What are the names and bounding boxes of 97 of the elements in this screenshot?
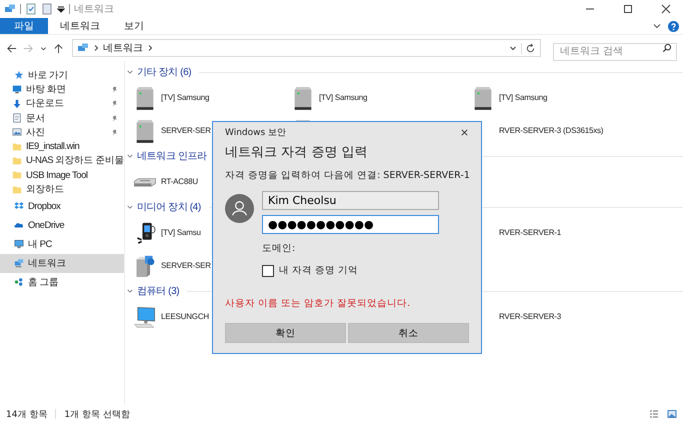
network-icon	[14, 258, 24, 268]
dialog-button[interactable]: 취소	[348, 323, 469, 343]
server-icon	[292, 84, 314, 110]
device-name[interactable]: SERVER-SER	[161, 126, 211, 135]
sidebar-item[interactable]: 외장하드	[0, 182, 124, 197]
address-bar[interactable]: 네트워크	[72, 39, 541, 57]
chevron-right-icon[interactable]	[93, 44, 99, 52]
folder-icon	[12, 170, 22, 180]
document-icon	[12, 113, 22, 124]
sidebar-item[interactable]: 사진	[0, 125, 124, 140]
dropbox-icon	[14, 201, 24, 212]
user-avatar-icon	[225, 194, 254, 223]
sidebar-item[interactable]: 문서	[0, 110, 124, 126]
device-name[interactable]: [TV] Samsung	[161, 93, 210, 102]
checkbox-label[interactable]: 내 자격 증명 기억	[279, 264, 358, 277]
computer-icon	[133, 304, 157, 328]
up-arrow-icon[interactable]	[53, 42, 64, 54]
ribbon-tab[interactable]: 네트워크	[48, 18, 112, 34]
chevron-down-icon[interactable]	[127, 153, 133, 159]
network-icon	[4, 3, 16, 15]
ribbon-tab[interactable]: 보기	[112, 18, 156, 34]
refresh-icon[interactable]	[521, 42, 536, 54]
properties-icon[interactable]	[25, 3, 37, 15]
sidebar-item[interactable]: USB Image Tool	[0, 168, 124, 182]
device-name[interactable]: RT-AC88U	[161, 177, 198, 186]
group-heading: 컴퓨터 (3)	[137, 285, 180, 298]
people-icon	[14, 277, 24, 288]
search-field[interactable]: 네트워크 검색	[553, 42, 677, 60]
dialog-button[interactable]: 확인	[225, 323, 346, 343]
monitor-icon	[12, 84, 22, 94]
window-title: 네트워크	[74, 3, 114, 16]
password-field[interactable]: ●●●●●●●●●●●	[262, 215, 439, 234]
breadcrumb[interactable]: 네트워크	[103, 41, 143, 55]
close-icon[interactable]	[460, 128, 469, 136]
group-heading: 미디어 장치 (4)	[137, 201, 201, 214]
down-arrow-icon	[12, 98, 22, 109]
server-icon	[134, 118, 156, 144]
sidebar-item[interactable]: 네트워크	[0, 254, 124, 273]
server-icon	[472, 84, 494, 110]
chevron-down-icon[interactable]	[127, 288, 133, 294]
large-icons-view-icon[interactable]	[667, 409, 677, 419]
ribbon-tab[interactable]: 파일	[0, 18, 48, 34]
dropdown-icon[interactable]	[57, 5, 65, 13]
chevron-right-icon[interactable]	[147, 44, 153, 52]
sidebar-item[interactable]: 바탕 화면	[0, 82, 124, 97]
star-icon	[14, 70, 24, 80]
device-name[interactable]: LEESUNGCH	[161, 312, 209, 321]
back-arrow-icon[interactable]	[6, 42, 17, 54]
chevron-down-icon[interactable]	[127, 69, 133, 75]
sidebar-item[interactable]: OneDrive	[0, 216, 124, 235]
pin-icon[interactable]	[111, 114, 118, 122]
help-icon[interactable]	[668, 20, 679, 32]
folder-icon	[12, 142, 22, 152]
sidebar-item[interactable]: 다운로드	[0, 96, 124, 111]
device-name[interactable]: RVER-SERVER-1	[499, 228, 562, 237]
dialog-heading: 네트워크 자격 증명 입력	[225, 144, 368, 162]
image-icon	[12, 127, 22, 138]
monitor-icon	[14, 239, 24, 250]
pin-icon[interactable]	[111, 100, 118, 108]
sidebar-item[interactable]: Dropbox	[0, 196, 124, 216]
sidebar-item[interactable]: 내 PC	[0, 234, 124, 254]
details-view-icon[interactable]	[649, 409, 659, 419]
dialog-caption: Windows 보안	[225, 126, 286, 138]
sidebar-item[interactable]: IE9_install.win	[0, 139, 124, 154]
device-name[interactable]: SERVER-SER	[161, 261, 211, 270]
close-icon[interactable]	[661, 4, 671, 14]
maximize-icon[interactable]	[623, 4, 633, 14]
checkbox[interactable]	[262, 264, 274, 276]
chevron-down-icon[interactable]	[652, 21, 662, 31]
sidebar-item[interactable]: U-NAS 외장하드 준비물	[0, 154, 124, 168]
cloud-icon	[14, 220, 24, 230]
device-name[interactable]: [TV] Samsung	[499, 93, 548, 102]
folder-icon	[12, 184, 22, 195]
search-icon	[662, 43, 672, 53]
chevron-down-icon[interactable]	[509, 44, 517, 52]
device-name[interactable]: RVER-SERVER-3	[499, 312, 562, 321]
network-icon	[77, 42, 89, 54]
router-icon	[133, 176, 157, 188]
pin-icon[interactable]	[111, 128, 118, 136]
device-name[interactable]: RVER-SERVER-3 (DS3615xs)	[499, 126, 604, 135]
pin-icon[interactable]	[111, 86, 118, 93]
chevron-down-icon[interactable]	[40, 44, 47, 52]
server-icon	[134, 84, 156, 110]
sidebar-item[interactable]: 홈 그룹	[0, 272, 124, 292]
sidebar-item[interactable]: 바로 가기	[0, 68, 124, 82]
group-heading: 네트워크 인프라	[137, 150, 207, 163]
group-heading: 기타 장치 (6)	[137, 66, 192, 79]
item-count: 14개 항목	[6, 408, 48, 420]
username-field[interactable]: Kim Cheolsu	[262, 191, 439, 210]
device-name[interactable]: [TV] Samsu	[161, 228, 201, 237]
selection-count: 1개 항목 선택함	[64, 408, 130, 420]
domain-label: 도메인:	[262, 242, 296, 255]
folder-icon	[12, 156, 22, 166]
device-name[interactable]: [TV] Samsung	[319, 93, 368, 102]
error-message: 사용자 이름 또는 암호가 잘못되었습니다.	[225, 297, 412, 310]
chevron-down-icon[interactable]	[127, 204, 133, 210]
prompt-text: 자격 증명을 입력하여 다음에 연결: SERVER-SERVER-1	[225, 169, 469, 182]
